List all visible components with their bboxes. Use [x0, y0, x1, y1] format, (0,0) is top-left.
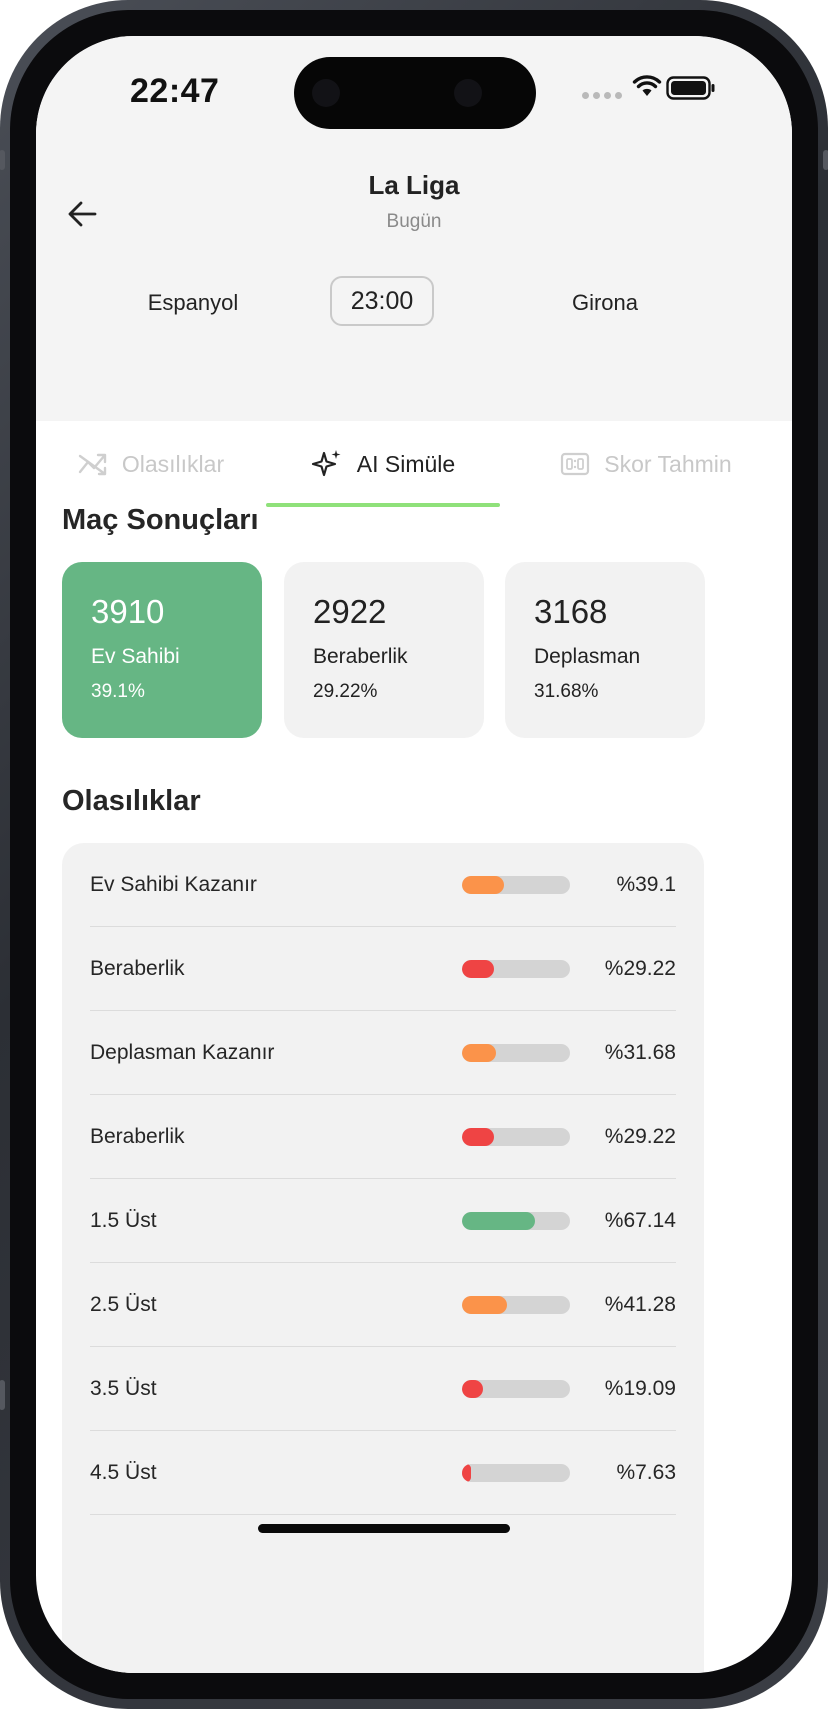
result-count: 3168: [534, 593, 608, 630]
tab-label: AI Simüle: [356, 450, 456, 477]
sparkle-icon: [311, 450, 341, 477]
probability-row: Beraberlik %29.22: [90, 927, 676, 1011]
probability-bar: [462, 1044, 570, 1062]
tab-ai-simule[interactable]: AI Simüle: [266, 421, 500, 507]
result-card-away[interactable]: 3168 Deplasman 31.68%: [505, 562, 705, 738]
home-team-name: Espanyol: [147, 290, 239, 315]
result-label: Ev Sahibi: [91, 645, 180, 668]
probability-label: Beraberlik: [90, 1125, 185, 1148]
tab-olasiliklar[interactable]: Olasılıklar: [36, 421, 266, 507]
match-results-title: Maç Sonuçları: [62, 504, 259, 536]
probability-label: Beraberlik: [90, 957, 185, 980]
probability-row: 3.5 Üst %19.09: [90, 1347, 676, 1431]
probability-row: 2.5 Üst %41.28: [90, 1263, 676, 1347]
row-divider: [90, 1514, 676, 1515]
probability-label: 4.5 Üst: [90, 1461, 157, 1484]
probability-value: %39.1: [616, 873, 676, 896]
probability-label: 2.5 Üst: [90, 1293, 157, 1316]
power-button-hw: [823, 150, 828, 170]
result-card-draw[interactable]: 2922 Beraberlik 29.22%: [284, 562, 484, 738]
active-tab-indicator: [266, 503, 500, 507]
probability-bar-fill: [462, 1464, 471, 1482]
probability-bar: [462, 876, 570, 894]
probability-value: %7.63: [616, 1461, 676, 1484]
volume-down-button-hw: [0, 1380, 5, 1410]
volume-up-button-hw: [0, 150, 5, 170]
home-indicator[interactable]: [258, 1524, 510, 1533]
probability-value: %41.28: [604, 1293, 676, 1316]
probability-row: 4.5 Üst %7.63: [90, 1431, 676, 1515]
probability-bar: [462, 1296, 570, 1314]
cellular-signal-icon: [582, 92, 622, 99]
phone-frame: 22:47 La Liga Bugün Espanyol 23:00 Giron…: [0, 0, 828, 1709]
wifi-icon: [632, 75, 662, 96]
probability-value: %67.14: [604, 1209, 676, 1232]
match-header: 22:47 La Liga Bugün Espanyol 23:00 Giron…: [36, 36, 792, 421]
probabilities-title: Olasılıklar: [62, 785, 201, 817]
arrow-left-icon: [68, 201, 97, 227]
probability-label: 1.5 Üst: [90, 1209, 157, 1232]
app-screen: 22:47 La Liga Bugün Espanyol 23:00 Giron…: [36, 36, 792, 1673]
match-date: Bugün: [386, 211, 442, 232]
back-button[interactable]: [58, 190, 106, 238]
sensor-icon: [454, 79, 482, 107]
probability-value: %29.22: [604, 1125, 676, 1148]
probability-label: Ev Sahibi Kazanır: [90, 873, 257, 896]
result-count: 2922: [313, 593, 387, 630]
probability-bar: [462, 1380, 570, 1398]
league-title: La Liga: [368, 170, 460, 200]
probability-value: %19.09: [604, 1377, 676, 1400]
tab-bar: Olasılıklar AI Simüle Skor Tahmin: [36, 421, 792, 509]
probabilities-panel: Ev Sahibi Kazanır %39.1 Beraberlik %29.2…: [62, 843, 704, 1673]
probability-bar-fill: [462, 1044, 497, 1062]
probability-bar-fill: [462, 1296, 507, 1314]
battery-icon: [666, 76, 715, 100]
dynamic-island: [294, 57, 536, 129]
probability-bar-fill: [462, 1380, 483, 1398]
probability-bar-fill: [462, 876, 505, 894]
result-label: Deplasman: [534, 645, 641, 668]
result-percent: 39.1%: [91, 681, 145, 702]
probability-bar: [462, 1464, 570, 1482]
probability-label: Deplasman Kazanır: [90, 1041, 275, 1064]
scoreboard-icon: [561, 452, 590, 476]
result-label: Beraberlik: [313, 645, 408, 668]
away-team-name: Girona: [571, 290, 639, 315]
probability-bar: [462, 960, 570, 978]
probability-row: 1.5 Üst %67.14: [90, 1179, 676, 1263]
probability-bar-fill: [462, 1212, 535, 1230]
result-card-home[interactable]: 3910 Ev Sahibi 39.1%: [62, 562, 262, 738]
probability-bar: [462, 1128, 570, 1146]
probability-bar: [462, 1212, 570, 1230]
tab-label: Skor Tahmin: [604, 450, 732, 477]
probability-bar-fill: [462, 960, 494, 978]
probability-value: %29.22: [604, 957, 676, 980]
probability-row: Deplasman Kazanır %31.68: [90, 1011, 676, 1095]
probability-value: %31.68: [604, 1041, 676, 1064]
camera-icon: [312, 79, 340, 107]
trend-icon: [78, 453, 107, 476]
result-percent: 29.22%: [313, 681, 378, 702]
tab-label: Olasılıklar: [121, 450, 225, 477]
tab-skor-tahmin[interactable]: Skor Tahmin: [500, 421, 792, 507]
probability-label: 3.5 Üst: [90, 1377, 157, 1400]
match-time-badge: 23:00: [330, 276, 434, 326]
status-time: 22:47: [130, 72, 220, 110]
result-percent: 31.68%: [534, 681, 599, 702]
result-count: 3910: [91, 593, 165, 630]
probability-row: Beraberlik %29.22: [90, 1095, 676, 1179]
probability-row: Ev Sahibi Kazanır %39.1: [90, 843, 676, 927]
probability-bar-fill: [462, 1128, 494, 1146]
